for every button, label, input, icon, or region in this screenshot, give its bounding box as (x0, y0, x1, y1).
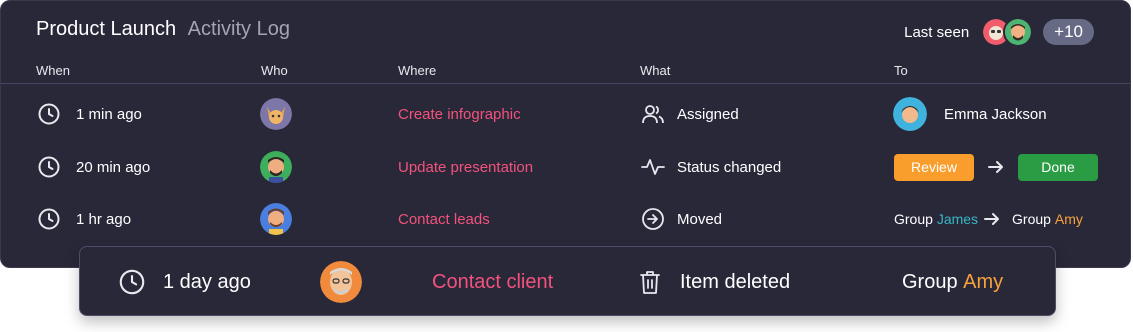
last-seen-label: Last seen (904, 23, 970, 41)
arrow-circle-icon (642, 208, 664, 230)
where-link[interactable]: Contact client (432, 247, 553, 317)
column-what: What (640, 63, 671, 78)
from-group-label: Group (894, 211, 933, 227)
clock-icon (119, 269, 145, 295)
what-cell: Item deleted (638, 247, 790, 317)
clock-icon (38, 156, 60, 178)
clock-icon (38, 103, 60, 125)
people-icon (642, 105, 664, 124)
who-cell[interactable] (260, 147, 292, 187)
activity-log-panel: Product Launch Activity Log Last seen +1… (0, 0, 1131, 268)
what-text: Assigned (677, 105, 739, 123)
to-group-name[interactable]: Amy (963, 271, 1003, 294)
what-cell: Status changed (641, 147, 781, 187)
highlight-row-card[interactable]: 1 day ago Contact client Item deleted Gr… (79, 246, 1056, 316)
when-cell: 1 day ago (119, 247, 251, 317)
avatar[interactable] (1003, 17, 1034, 47)
when-text: 1 min ago (76, 105, 142, 123)
who-cell[interactable] (320, 247, 362, 317)
to-cell: Group James Group Amy (894, 199, 1083, 239)
where-link[interactable]: Contact leads (398, 199, 490, 239)
avatar[interactable] (260, 203, 292, 235)
last-seen-avatars[interactable] (981, 17, 1034, 47)
when-cell: 1 hr ago (38, 199, 131, 239)
trash-icon (640, 271, 660, 294)
arrow-right-icon (984, 212, 1000, 226)
avatar[interactable] (893, 97, 927, 131)
header-divider (1, 83, 1130, 84)
status-badge-review: Review (894, 153, 974, 181)
to-group-label: Group (902, 270, 958, 293)
status-badge-done: Done (1018, 153, 1098, 181)
where-link[interactable]: Update presentation (398, 147, 533, 187)
to-group-name[interactable]: Amy (1055, 211, 1083, 227)
when-text: 1 day ago (163, 270, 251, 293)
column-to: To (894, 63, 908, 78)
when-cell: 1 min ago (38, 94, 142, 134)
table-header: When Who Where What To (1, 63, 1130, 83)
what-cell: Assigned (641, 94, 739, 134)
avatar[interactable] (260, 98, 292, 130)
what-text: Item deleted (680, 270, 791, 293)
when-cell: 20 min ago (38, 147, 150, 187)
where-link[interactable]: Create infographic (398, 94, 521, 134)
what-cell: Moved (641, 199, 722, 239)
more-viewers-badge[interactable]: +10 (1043, 19, 1094, 45)
assignee-name: Emma Jackson (944, 105, 1047, 123)
to-cell: Group Amy (902, 247, 1003, 317)
board-title: Product Launch (36, 18, 177, 40)
column-when: When (36, 63, 70, 78)
last-seen-group[interactable]: Last seen +10 (904, 17, 1094, 47)
what-text: Moved (677, 210, 723, 228)
arrow-right-icon (988, 160, 1004, 174)
clock-icon (38, 208, 60, 230)
activity-log-subtitle: Activity Log (187, 18, 290, 40)
to-cell: Review Done (894, 147, 1098, 187)
pulse-icon (641, 159, 665, 175)
who-cell[interactable] (260, 199, 292, 239)
what-text: Status changed (677, 158, 782, 176)
avatar[interactable] (320, 261, 362, 303)
from-group-name[interactable]: James (937, 211, 978, 227)
column-where: Where (398, 63, 437, 78)
column-who: Who (261, 63, 288, 78)
table-row[interactable]: 1 hr ago Contact leads Moved Group James… (1, 199, 1130, 239)
when-text: 20 min ago (76, 158, 151, 176)
to-group-label: Group (1012, 211, 1051, 227)
table-row[interactable]: 20 min ago Update presentation Status ch… (1, 147, 1130, 187)
to-cell[interactable]: Emma Jackson (893, 94, 1047, 134)
avatar[interactable] (260, 151, 292, 183)
who-cell[interactable] (260, 94, 292, 134)
table-row[interactable]: 1 min ago Create infographic Assigned Em… (1, 94, 1130, 134)
when-text: 1 hr ago (76, 210, 132, 228)
page-title: Product Launch Activity Log (36, 18, 290, 41)
